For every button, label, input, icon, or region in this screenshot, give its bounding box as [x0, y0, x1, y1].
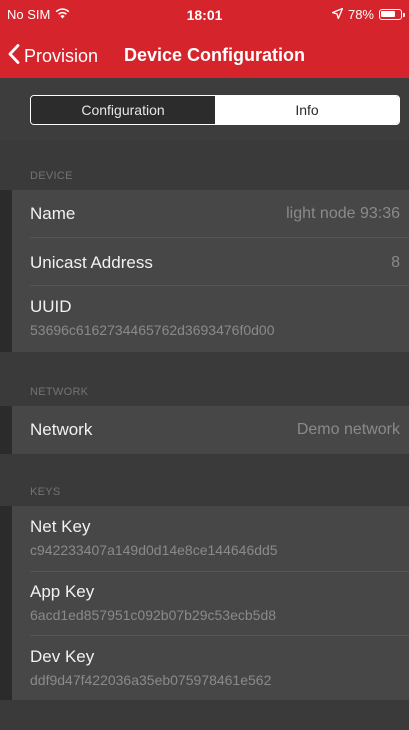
row-title: Name: [30, 204, 76, 223]
row-title: Unicast Address: [30, 253, 153, 272]
segment-info[interactable]: Info: [215, 96, 399, 124]
section-spacer: [0, 352, 409, 372]
segment-area: Configuration Info: [0, 78, 409, 140]
section-spacer: [0, 140, 409, 158]
row-value: 8: [391, 254, 400, 271]
row-subtitle: 6acd1ed857951c092b07b29c53ecb5d8: [30, 607, 277, 623]
status-right: 78%: [331, 7, 405, 22]
row-value: Demo network: [296, 421, 400, 438]
app-screen: No SIM 18:01 78% Provision Device Config…: [0, 0, 409, 730]
row-title: Dev Key: [30, 647, 95, 666]
row-title: App Key: [30, 582, 95, 601]
row-subtitle: ddf9d47f422036a35eb075978461e562: [30, 672, 272, 688]
back-button-label: Provision: [24, 45, 99, 66]
row-value: light node 93:36: [286, 205, 400, 222]
battery-fill: [381, 11, 396, 17]
section-header-keys: KEYS: [0, 476, 409, 506]
navigation-bar: Provision Device Configuration: [0, 34, 409, 78]
segment-configuration[interactable]: Configuration: [31, 96, 215, 124]
row-subtitle: c942233407a149d0d14e8ce144646dd5: [30, 542, 278, 558]
battery-icon: [379, 9, 405, 20]
segmented-control: Configuration Info: [30, 95, 400, 125]
row-net-key[interactable]: Net Key c942233407a149d0d14e8ce144646dd5: [12, 506, 409, 572]
status-bar: No SIM 18:01 78%: [0, 0, 409, 34]
section-spacer: [0, 454, 409, 476]
row-dev-key[interactable]: Dev Key ddf9d47f422036a35eb075978461e562: [12, 636, 409, 700]
row-name[interactable]: Name light node 93:36: [12, 190, 409, 238]
row-title: Net Key: [30, 517, 91, 536]
chevron-left-icon: [8, 43, 20, 69]
row-subtitle: 53696c6162734465762d3693476f0d00: [30, 322, 275, 338]
row-title: UUID: [30, 297, 72, 316]
back-button[interactable]: Provision: [8, 43, 99, 69]
row-title: Network: [30, 420, 93, 439]
battery-percent: 78%: [347, 7, 374, 22]
section-header-label: KEYS: [30, 486, 61, 498]
section-header-device: DEVICE: [0, 158, 409, 190]
bottom-spacer: [0, 700, 409, 730]
section-header-label: NETWORK: [30, 386, 89, 398]
row-uuid[interactable]: UUID 53696c6162734465762d3693476f0d00: [12, 286, 409, 352]
row-unicast-address[interactable]: Unicast Address 8: [12, 238, 409, 286]
row-app-key[interactable]: App Key 6acd1ed857951c092b07b29c53ecb5d8: [12, 572, 409, 636]
row-network[interactable]: Network Demo network: [12, 406, 409, 454]
page-title: Device Configuration: [124, 45, 306, 65]
section-header-label: DEVICE: [30, 170, 73, 182]
battery-tip: [403, 13, 405, 17]
location-arrow-icon: [331, 7, 344, 22]
section-header-network: NETWORK: [0, 372, 409, 406]
